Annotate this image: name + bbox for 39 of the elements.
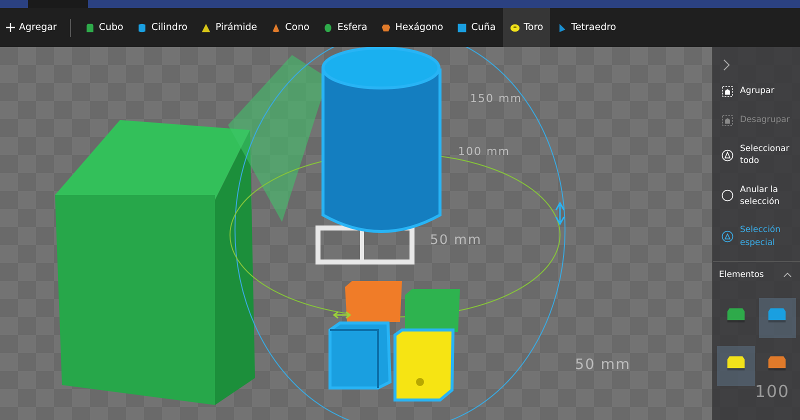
element-thumbnail[interactable]	[717, 346, 754, 386]
wedge-icon	[457, 22, 468, 32]
element-thumbnail[interactable]	[758, 298, 796, 338]
panel-action[interactable]: Agrupar	[713, 85, 800, 98]
panel-action[interactable]: Selección especial	[713, 224, 800, 249]
shape-button[interactable]: Cono	[264, 8, 316, 47]
pyramid-icon	[201, 22, 212, 32]
elements-heading: Elementos	[719, 270, 764, 280]
hexagon-icon	[381, 22, 392, 32]
group-icon	[721, 85, 734, 98]
shape-button[interactable]: Hexágono	[374, 8, 450, 47]
caret-up-icon[interactable]	[783, 272, 792, 278]
chevron-right-icon[interactable]	[723, 59, 730, 71]
shape-button[interactable]: Esfera	[316, 8, 374, 47]
measure-label: 100	[755, 382, 790, 401]
cylinder-icon	[137, 22, 148, 32]
shape-button[interactable]: Cilindro	[130, 8, 194, 47]
cube-icon	[84, 22, 95, 32]
add-button[interactable]: Agregar	[0, 8, 63, 47]
shape-button[interactable]: Toro	[502, 8, 550, 47]
panel-action[interactable]: Seleccionar todo	[713, 143, 800, 168]
measure-label: 50 mm	[575, 357, 631, 373]
shape-button[interactable]: Cubo	[78, 8, 130, 47]
torus-icon	[510, 22, 520, 32]
shape-button[interactable]: Cuña	[450, 8, 503, 47]
deselect-icon	[721, 189, 734, 202]
panel-action[interactable]: Anular la selección	[713, 184, 800, 208]
shape-button[interactable]: Pirámide	[194, 8, 264, 47]
select-all-icon	[721, 148, 734, 162]
measure-label: 100 mm	[458, 145, 510, 158]
special-icon	[721, 230, 734, 244]
shape-button[interactable]: Tetraedro	[550, 8, 624, 47]
ungroup-icon	[721, 114, 734, 127]
measure-label: 150 mm	[470, 92, 522, 105]
cone-icon	[271, 22, 282, 32]
plus-icon	[6, 23, 15, 32]
measure-label: 50 mm	[430, 233, 482, 248]
sphere-icon	[323, 22, 334, 32]
tetrahedron-icon	[557, 22, 568, 32]
